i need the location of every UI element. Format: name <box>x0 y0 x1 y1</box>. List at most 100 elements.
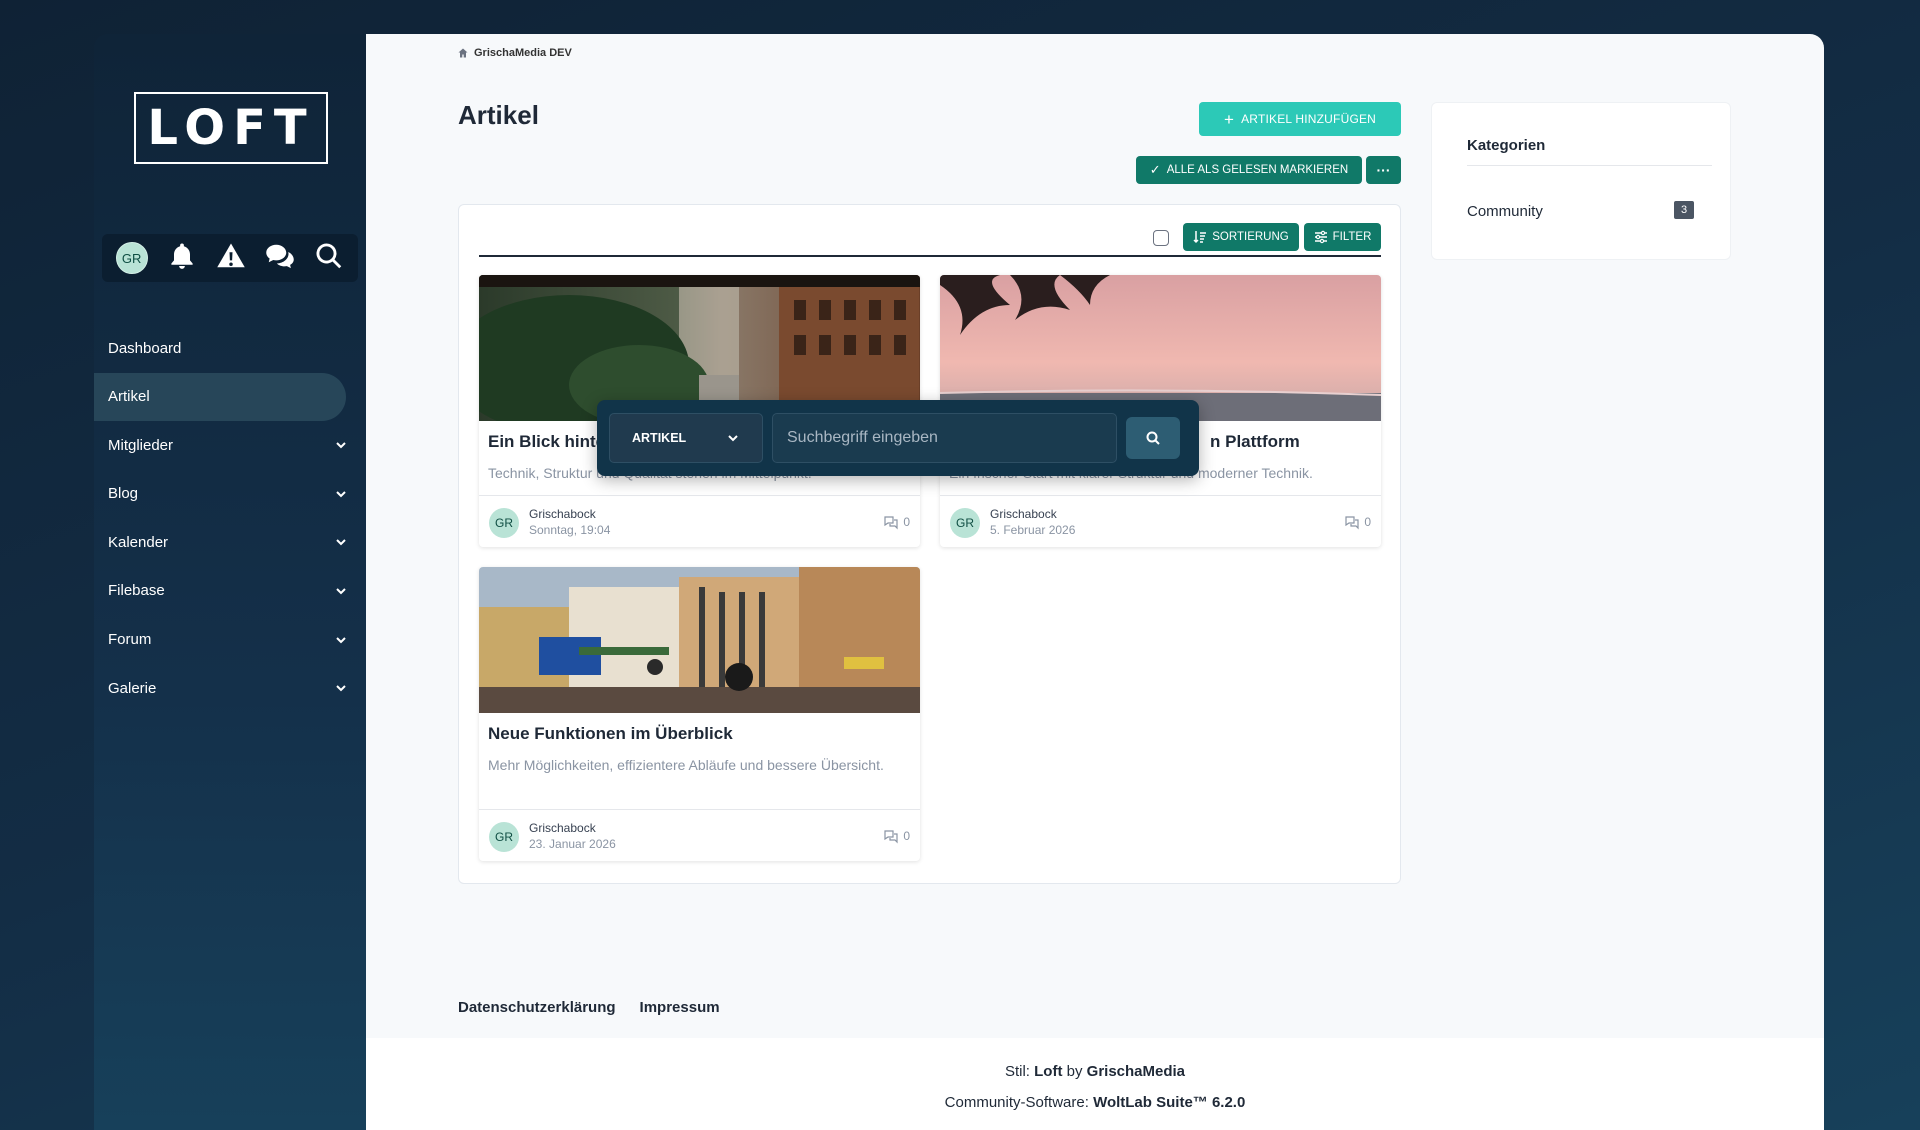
page-title: Artikel <box>458 100 539 130</box>
home-icon <box>458 48 468 58</box>
software-link[interactable]: WoltLab Suite™ 6.2.0 <box>1093 1094 1245 1111</box>
article-footer: GR Grischabock 23. Januar 2026 0 <box>479 809 920 861</box>
sidebar-item-dashboard[interactable]: Dashboard <box>94 324 366 372</box>
avatar[interactable]: GR <box>489 822 519 852</box>
search-input[interactable]: Suchbegriff eingeben <box>772 413 1117 463</box>
main-navigation: Dashboard Artikel Mitglieder Blog Kalend… <box>94 324 366 713</box>
filter-label: FILTER <box>1332 231 1372 243</box>
footer-bar: Stil: Loft by GrischaMedia Community-Sof… <box>366 1038 1824 1130</box>
categories-box: Kategorien Community 3 <box>1431 102 1731 260</box>
search-icon <box>1146 431 1160 445</box>
bell-icon[interactable] <box>167 241 197 276</box>
comments-icon <box>884 516 898 530</box>
sidebar-item-mitglieder[interactable]: Mitglieder <box>94 421 366 469</box>
article-date: Sonntag, 19:04 <box>529 523 611 537</box>
chevron-down-icon[interactable] <box>334 535 348 549</box>
sidebar-item-filebase[interactable]: Filebase <box>94 567 366 615</box>
footer-links: Datenschutzerklärung Impressum <box>458 999 720 1016</box>
user-icon-bar: GR <box>102 234 358 282</box>
search-placeholder: Suchbegriff eingeben <box>787 429 938 446</box>
imprint-link[interactable]: Impressum <box>640 999 720 1016</box>
breadcrumb-link[interactable]: GrischaMedia DEV <box>474 47 572 59</box>
chevron-down-icon <box>728 435 738 442</box>
warning-icon[interactable] <box>216 241 246 276</box>
site-logo[interactable]: LOFT <box>134 92 328 164</box>
main-content: GrischaMedia DEV Artikel + ARTIKEL HINZU… <box>366 34 1824 1130</box>
article-date: 5. Februar 2026 <box>990 523 1076 537</box>
categories-title: Kategorien <box>1467 137 1546 154</box>
sort-label: SORTIERUNG <box>1212 231 1289 243</box>
comments-icon <box>884 830 898 844</box>
breadcrumb[interactable]: GrischaMedia DEV <box>458 47 572 59</box>
software-prefix: Community-Software: <box>944 1094 1089 1111</box>
sidebar-item-label: Filebase <box>108 582 165 600</box>
article-date: 23. Januar 2026 <box>529 837 616 851</box>
article-footer: GR Grischabock Sonntag, 19:04 0 <box>479 495 920 547</box>
chevron-down-icon[interactable] <box>334 487 348 501</box>
search-scope-value: ARTIKEL <box>632 431 687 445</box>
comment-count-value: 0 <box>903 829 910 843</box>
comment-count-value: 0 <box>903 515 910 529</box>
toolbar-divider <box>479 255 1381 257</box>
comment-count: 0 <box>883 828 910 844</box>
chevron-down-icon[interactable] <box>334 584 348 598</box>
comment-count: 0 <box>883 514 910 530</box>
sidebar-item-galerie[interactable]: Galerie <box>94 664 366 712</box>
search-overlay: ARTIKEL Suchbegriff eingeben <box>597 400 1199 476</box>
article-author[interactable]: Grischabock <box>529 507 596 521</box>
style-prefix: Stil: <box>1004 1063 1030 1080</box>
check-icon: ✓ <box>1149 162 1161 177</box>
avatar[interactable]: GR <box>489 508 519 538</box>
plus-icon: + <box>1223 109 1235 129</box>
sidebar-item-label: Galerie <box>108 679 157 697</box>
sidebar-item-artikel[interactable]: Artikel <box>94 372 346 421</box>
category-count-badge: 3 <box>1674 201 1694 219</box>
software-credit: Community-Software: WoltLab Suite™ 6.2.0 <box>366 1094 1824 1111</box>
style-author-link[interactable]: GrischaMedia <box>1087 1063 1185 1080</box>
article-author[interactable]: Grischabock <box>529 821 596 835</box>
chevron-down-icon[interactable] <box>334 633 348 647</box>
privacy-link[interactable]: Datenschutzerklärung <box>458 999 616 1016</box>
category-item-community[interactable]: Community <box>1467 203 1543 220</box>
more-options-button[interactable]: ··· <box>1366 156 1401 184</box>
article-title[interactable]: Neue Funktionen im Überblick <box>488 724 733 744</box>
article-description: Mehr Möglichkeiten, effizientere Abläufe… <box>488 757 884 773</box>
user-avatar[interactable]: GR <box>115 242 148 274</box>
article-title[interactable]: Ein Blick hinte <box>488 432 605 452</box>
sidebar-item-label: Mitglieder <box>108 436 174 454</box>
mark-all-read-button[interactable]: ✓ ALLE ALS GELESEN MARKIEREN <box>1136 156 1362 184</box>
sidebar-item-forum[interactable]: Forum <box>94 616 366 664</box>
style-credit: Stil: Loft by GrischaMedia <box>366 1063 1824 1080</box>
search-icon[interactable] <box>314 241 344 276</box>
chevron-down-icon[interactable] <box>334 438 348 452</box>
article-title[interactable]: n Plattform <box>1210 432 1300 452</box>
search-submit-button[interactable] <box>1126 417 1180 459</box>
article-footer: GR Grischabock 5. Februar 2026 0 <box>940 495 1381 547</box>
chat-icon[interactable] <box>265 241 295 276</box>
sort-button[interactable]: SORTIERUNG <box>1183 223 1299 251</box>
sidebar-item-label: Artikel <box>108 388 150 406</box>
style-name-link[interactable]: Loft <box>1034 1063 1062 1080</box>
article-list: SORTIERUNG FILTER Ein Blick hinte Techni… <box>458 204 1401 884</box>
filter-button[interactable]: FILTER <box>1304 223 1381 251</box>
search-scope-select[interactable]: ARTIKEL <box>609 413 763 463</box>
mark-all-read-label: ALLE ALS GELESEN MARKIEREN <box>1166 164 1349 176</box>
sidebar-item-kalender[interactable]: Kalender <box>94 518 366 566</box>
sidebar-item-label: Forum <box>108 631 152 649</box>
article-image-town[interactable] <box>479 567 920 713</box>
select-all-checkbox[interactable] <box>1153 230 1169 246</box>
article-author[interactable]: Grischabock <box>990 507 1057 521</box>
comment-count: 0 <box>1344 514 1371 530</box>
avatar[interactable]: GR <box>950 508 980 538</box>
chevron-down-icon[interactable] <box>334 681 348 695</box>
sort-icon <box>1193 231 1207 244</box>
sidebar: LOFT GR Dashboard Artikel Mitglieder Blo… <box>94 34 366 1130</box>
categories-divider <box>1467 165 1712 166</box>
comments-icon <box>1345 516 1359 530</box>
sidebar-item-blog[interactable]: Blog <box>94 470 366 518</box>
article-card[interactable]: Neue Funktionen im Überblick Mehr Möglic… <box>479 567 920 861</box>
add-article-button[interactable]: + ARTIKEL HINZUFÜGEN <box>1199 102 1401 136</box>
sidebar-item-label: Kalender <box>108 533 169 551</box>
sliders-icon <box>1314 230 1327 244</box>
style-by: by <box>1066 1063 1083 1080</box>
